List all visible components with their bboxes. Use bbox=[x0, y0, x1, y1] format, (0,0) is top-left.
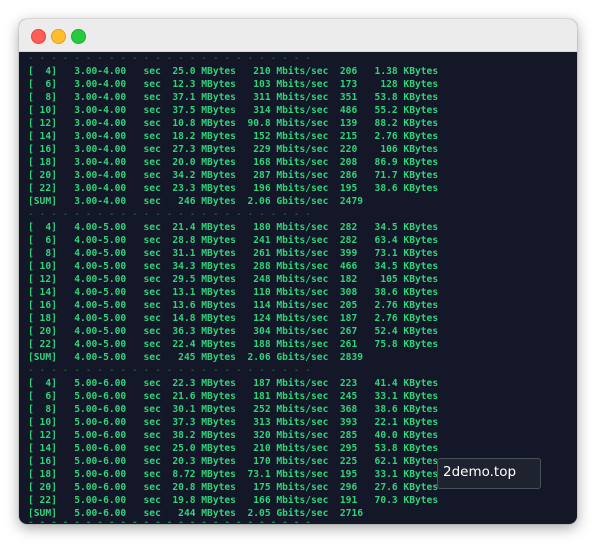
output-line: [SUM] 3.00-4.00 sec 246 MBytes 2.06 Gbit… bbox=[28, 196, 364, 207]
output-line: [ 12] 5.00-6.00 sec 38.2 MBytes 320 Mbit… bbox=[28, 430, 439, 441]
title-bar bbox=[19, 19, 577, 52]
output-line: [ 16] 4.00-5.00 sec 13.6 MBytes 114 Mbit… bbox=[28, 300, 439, 311]
output-line: [ 4] 3.00-4.00 sec 25.0 MBytes 210 Mbits… bbox=[28, 66, 439, 77]
output-line: [ 8] 3.00-4.00 sec 37.1 MBytes 311 Mbits… bbox=[28, 92, 439, 103]
output-line: [ 14] 3.00-4.00 sec 18.2 MBytes 152 Mbit… bbox=[28, 131, 439, 142]
output-line: [ 18] 3.00-4.00 sec 20.0 MBytes 168 Mbit… bbox=[28, 157, 439, 168]
output-line: [ 22] 3.00-4.00 sec 23.3 MBytes 196 Mbit… bbox=[28, 183, 439, 194]
output-line: [SUM] 4.00-5.00 sec 245 MBytes 2.06 Gbit… bbox=[28, 352, 364, 363]
output-line: [ 8] 4.00-5.00 sec 31.1 MBytes 261 Mbits… bbox=[28, 248, 439, 259]
separator-line: - - - - - - - - - - - - - - - - - - - - … bbox=[28, 209, 312, 220]
output-line: [ 8] 5.00-6.00 sec 30.1 MBytes 252 Mbits… bbox=[28, 404, 439, 415]
output-line: [ 22] 4.00-5.00 sec 22.4 MBytes 188 Mbit… bbox=[28, 339, 439, 350]
minimize-button[interactable] bbox=[51, 29, 66, 44]
output-line: [ 12] 3.00-4.00 sec 10.8 MBytes 90.8 Mbi… bbox=[28, 118, 439, 129]
separator-line: - - - - - - - - - - - - - - - - - - - - … bbox=[28, 53, 312, 64]
output-line: [ 14] 4.00-5.00 sec 13.1 MBytes 110 Mbit… bbox=[28, 287, 439, 298]
output-line: [ 18] 4.00-5.00 sec 14.8 MBytes 124 Mbit… bbox=[28, 313, 439, 324]
output-line: [ 6] 3.00-4.00 sec 12.3 MBytes 103 Mbits… bbox=[28, 79, 439, 90]
output-line: [ 6] 5.00-6.00 sec 21.6 MBytes 181 Mbits… bbox=[28, 391, 439, 402]
output-line: [ 4] 5.00-6.00 sec 22.3 MBytes 187 Mbits… bbox=[28, 378, 439, 389]
output-line: [ 6] 4.00-5.00 sec 28.8 MBytes 241 Mbits… bbox=[28, 235, 439, 246]
output-line: [ 10] 4.00-5.00 sec 34.3 MBytes 288 Mbit… bbox=[28, 261, 439, 272]
output-line: [ 12] 4.00-5.00 sec 29.5 MBytes 248 Mbit… bbox=[28, 274, 439, 285]
maximize-button[interactable] bbox=[71, 29, 86, 44]
separator-line: - - - - - - - - - - - - - - - - - - - - … bbox=[28, 520, 577, 524]
output-line: [ 20] 3.00-4.00 sec 34.2 MBytes 287 Mbit… bbox=[28, 170, 439, 181]
output-line: [ 10] 3.00-4.00 sec 37.5 MBytes 314 Mbit… bbox=[28, 105, 439, 116]
output-line: [ 10] 5.00-6.00 sec 37.3 MBytes 313 Mbit… bbox=[28, 417, 439, 428]
close-button[interactable] bbox=[31, 29, 46, 44]
output-line: [ 14] 5.00-6.00 sec 25.0 MBytes 210 Mbit… bbox=[28, 443, 439, 454]
watermark-tooltip: 2demo.top bbox=[437, 458, 541, 489]
terminal-output[interactable]: - - - - - - - - - - - - - - - - - - - - … bbox=[28, 51, 577, 524]
output-line: [SUM] 5.00-6.00 sec 244 MBytes 2.05 Gbit… bbox=[28, 508, 364, 519]
terminal-window: - - - - - - - - - - - - - - - - - - - - … bbox=[19, 19, 577, 524]
separator-line: - - - - - - - - - - - - - - - - - - - - … bbox=[28, 365, 312, 376]
output-line: [ 22] 5.00-6.00 sec 19.8 MBytes 166 Mbit… bbox=[28, 495, 439, 506]
output-line: [ 4] 4.00-5.00 sec 21.4 MBytes 180 Mbits… bbox=[28, 222, 439, 233]
output-line: [ 16] 3.00-4.00 sec 27.3 MBytes 229 Mbit… bbox=[28, 144, 439, 155]
output-line: [ 20] 4.00-5.00 sec 36.3 MBytes 304 Mbit… bbox=[28, 326, 439, 337]
